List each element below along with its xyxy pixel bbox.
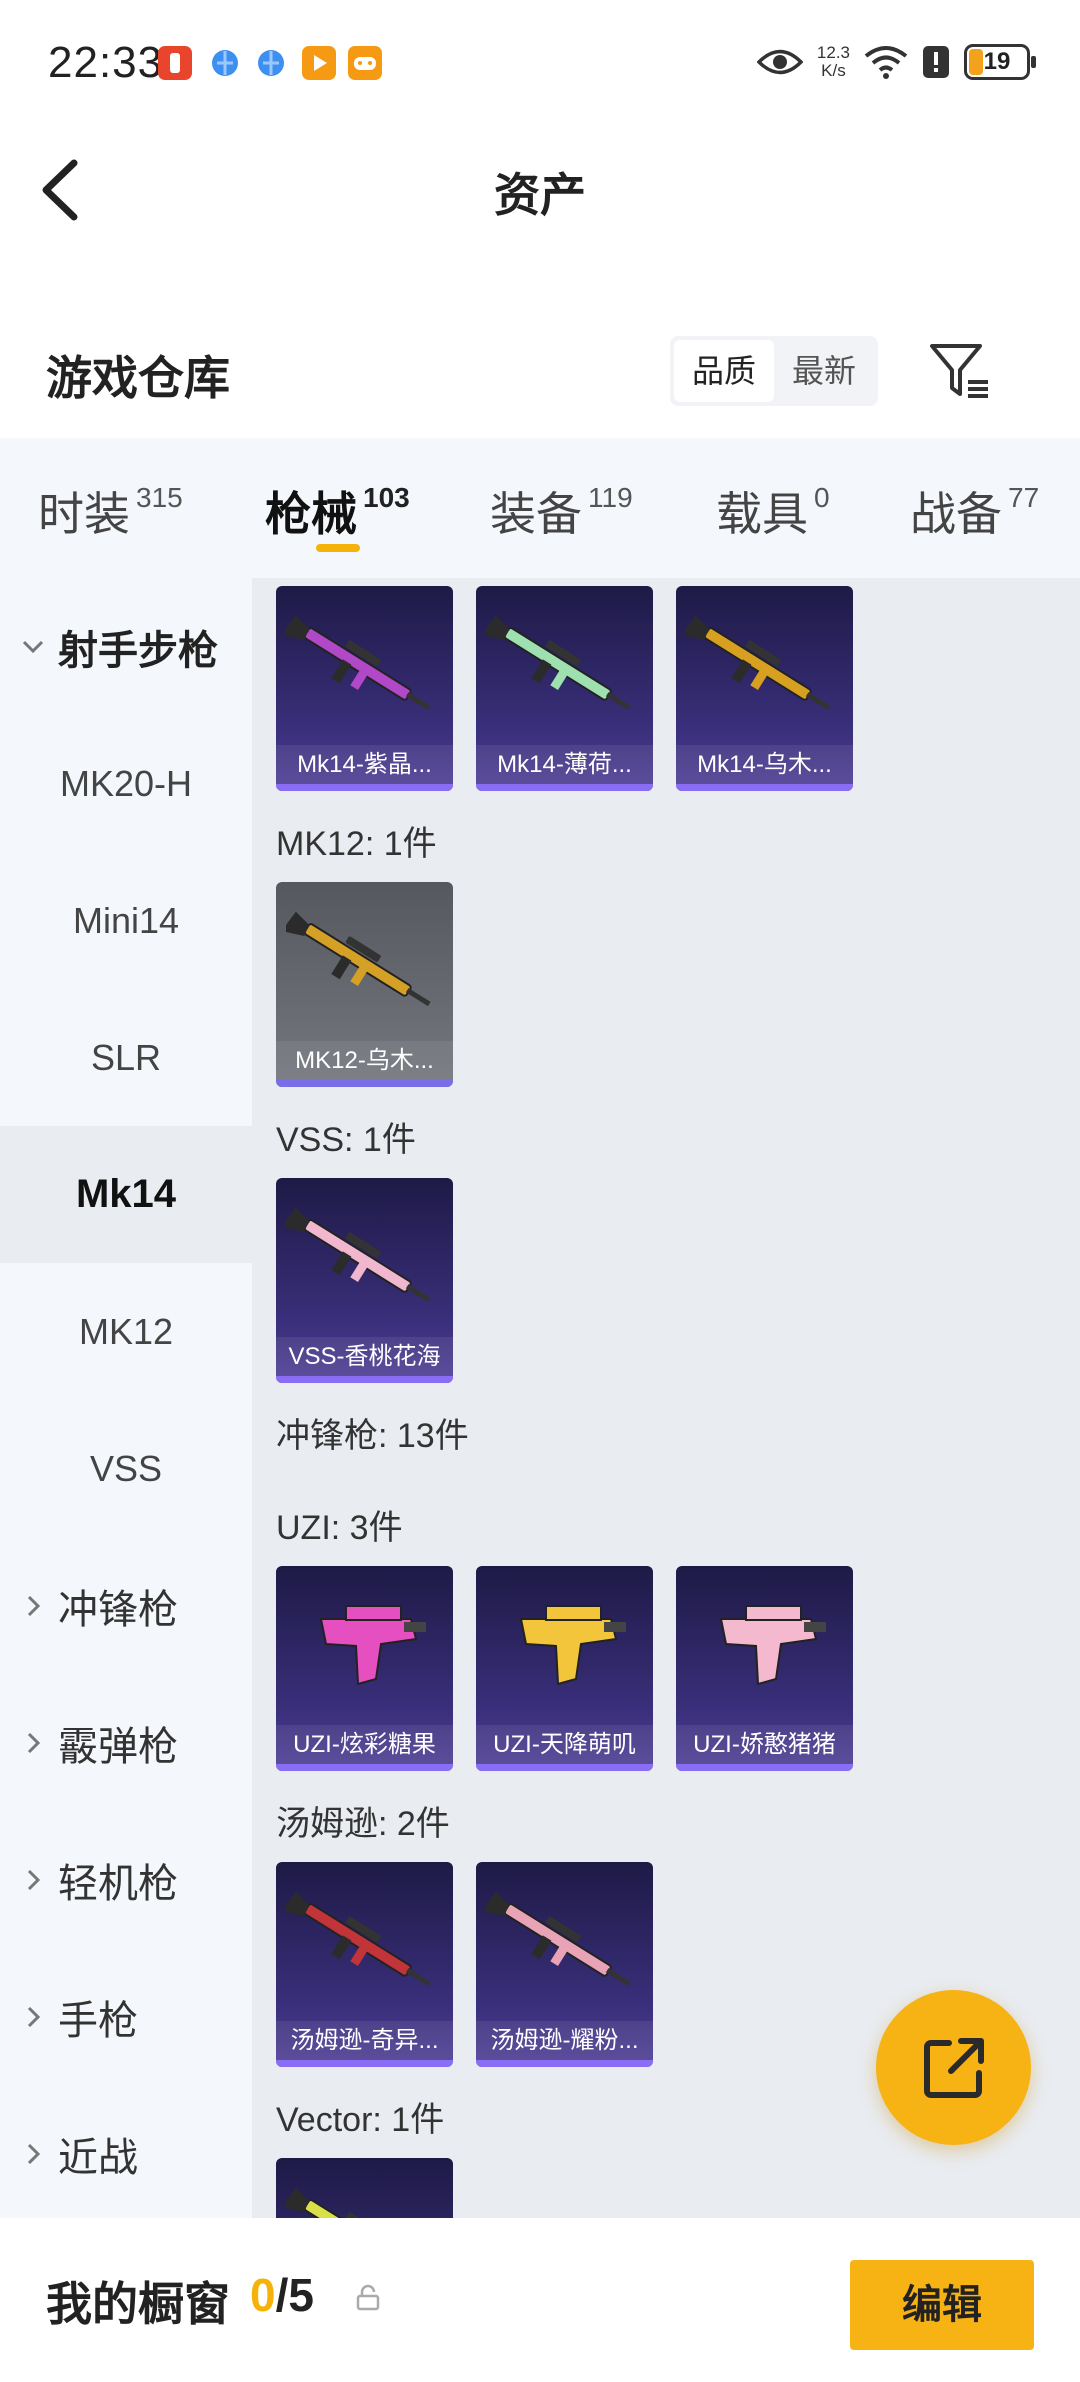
skin-card[interactable]: VSS-香桃花海	[276, 1178, 453, 1383]
smg-icon	[319, 1605, 426, 1686]
app-notif-red-icon	[158, 46, 192, 80]
external-link-icon	[923, 2037, 984, 2098]
edit-button[interactable]: 编辑	[850, 2260, 1034, 2350]
skin-card[interactable]: 汤姆逊-奇异...	[276, 1862, 453, 2067]
wifi-icon	[864, 46, 908, 79]
tab-fashion[interactable]: 时装 315	[38, 478, 183, 544]
skin-card-label: Mk14-薄荷...	[476, 745, 653, 785]
skin-card-label: Mk14-乌木...	[676, 745, 853, 785]
sidebar-group-lmg[interactable]: 轻机枪	[0, 1811, 252, 1948]
skin-card-label: Mk14-紫晶...	[276, 745, 453, 785]
section-title-thompson: 汤姆逊: 2件	[276, 1805, 450, 1843]
rifle-icon	[686, 615, 831, 711]
chevron-right-icon	[27, 2006, 41, 2027]
browser-notif-icon-2	[254, 46, 288, 80]
filter-icon	[930, 344, 988, 398]
rifle-icon	[286, 1891, 431, 1987]
skin-card-label: MK12-乌木...	[276, 1041, 453, 1081]
rifle-icon	[286, 1207, 431, 1303]
skin-card-label: UZI-天降萌叽	[476, 1725, 653, 1765]
sidebar-group-shotgun[interactable]: 霰弹枪	[0, 1674, 252, 1811]
weapon-skin-grid: Mk14-紫晶... Mk14-薄荷... Mk14-乌木... MK12: 1…	[252, 578, 1080, 2218]
skin-card[interactable]: 汤姆逊-耀粉...	[476, 1862, 653, 2067]
active-tab-indicator	[316, 544, 360, 552]
showcase-count: 0/5	[250, 2269, 314, 2321]
eye-icon	[756, 49, 803, 75]
skin-card-label: 汤姆逊-耀粉...	[476, 2021, 653, 2061]
browser-notif-icon-1	[208, 46, 242, 80]
tab-vehicles[interactable]: 载具 0	[716, 478, 830, 544]
skin-card[interactable]: MK12-乌木...	[276, 882, 453, 1087]
skin-card-label: 汤姆逊-奇异...	[276, 2021, 453, 2061]
showcase-title: 我的橱窗	[46, 2278, 230, 2330]
showcase-bar: 我的橱窗 0/5 编辑	[0, 2218, 1080, 2382]
chevron-right-icon	[27, 1732, 41, 1753]
sidebar-item-mk20h[interactable]: MK20-H	[0, 715, 252, 852]
category-tabs: 时装 315 枪械 103 装备 119 载具 0 战备 77	[0, 438, 1080, 578]
section-title-vector: Vector: 1件	[276, 2101, 445, 2139]
chevron-down-icon	[22, 640, 44, 653]
status-time: 22:33	[48, 38, 164, 87]
sort-option-quality[interactable]: 品质	[674, 340, 775, 402]
sidebar-item-vss[interactable]: VSS	[0, 1400, 252, 1537]
page-title: 资产	[494, 169, 586, 221]
skin-card[interactable]: Mk14-乌木...	[676, 586, 853, 791]
sidebar-item-slr[interactable]: SLR	[0, 989, 252, 1126]
tab-equipment[interactable]: 装备 119	[490, 478, 633, 544]
alert-icon	[923, 46, 949, 78]
sidebar-item-mini14[interactable]: Mini14	[0, 852, 252, 989]
sidebar-group-melee[interactable]: 近战	[0, 2085, 252, 2222]
skin-card-label: VSS-香桃花海	[276, 1337, 453, 1377]
section-title-uzi: UZI: 3件	[276, 1509, 403, 1547]
skin-card[interactable]: UZI-娇憨猪猪	[676, 1566, 853, 1771]
skin-card[interactable]	[276, 2158, 453, 2218]
net-speed: 12.3 K/s	[816, 43, 850, 80]
warehouse-title: 游戏仓库	[46, 352, 230, 404]
sidebar-item-mk12[interactable]: MK12	[0, 1263, 252, 1400]
sort-option-newest[interactable]: 最新	[774, 340, 874, 402]
sort-toggle: 品质 最新	[670, 336, 879, 406]
rifle-icon	[486, 615, 631, 711]
game-notif-icon	[348, 46, 382, 80]
sidebar-group-pistol[interactable]: 手枪	[0, 1948, 252, 2085]
tab-supplies[interactable]: 战备 77	[910, 478, 1039, 544]
section-title-smg: 冲锋枪: 13件	[276, 1417, 469, 1455]
share-fab-button[interactable]	[876, 1990, 1031, 2145]
warehouse-header: 游戏仓库 品质 最新	[0, 320, 1080, 440]
chevron-right-icon	[27, 2143, 41, 2164]
lock-icon	[356, 2284, 380, 2311]
sidebar-item-mk14[interactable]: Mk14	[0, 1126, 252, 1263]
weapon-type-sidebar: 射手步枪 MK20-H Mini14 SLR Mk14 MK12 VSS 冲锋枪…	[0, 578, 252, 2218]
battery-indicator: 19	[964, 44, 1036, 80]
sidebar-group-smg[interactable]: 冲锋枪	[0, 1537, 252, 1674]
sidebar-group-marksman-rifles[interactable]: 射手步枪	[0, 578, 252, 715]
tab-weapons[interactable]: 枪械 103	[265, 478, 410, 544]
chevron-right-icon	[27, 1595, 41, 1616]
chevron-right-icon	[27, 1869, 41, 1890]
rifle-icon	[286, 2187, 412, 2218]
section-title-mk12: MK12: 1件	[276, 825, 437, 863]
skin-card[interactable]: Mk14-紫晶...	[276, 586, 453, 791]
section-title-vss: VSS: 1件	[276, 1121, 416, 1159]
skin-card-label: UZI-炫彩糖果	[276, 1725, 453, 1765]
smg-icon	[719, 1605, 826, 1686]
status-bar: 22:33 12.3 K/s 19	[0, 0, 1080, 125]
smg-icon	[519, 1605, 626, 1686]
status-right: 12.3 K/s 19	[756, 40, 1036, 84]
filter-button[interactable]	[928, 338, 992, 402]
skin-card[interactable]: Mk14-薄荷...	[476, 586, 653, 791]
rifle-icon	[486, 1891, 631, 1987]
video-notif-icon	[302, 46, 336, 80]
skin-card[interactable]: UZI-天降萌叽	[476, 1566, 653, 1771]
app-header: 资产	[0, 125, 1080, 250]
rifle-icon	[286, 615, 431, 711]
skin-card[interactable]: UZI-炫彩糖果	[276, 1566, 453, 1771]
skin-card-label: UZI-娇憨猪猪	[676, 1725, 853, 1765]
rifle-icon	[286, 911, 431, 1007]
